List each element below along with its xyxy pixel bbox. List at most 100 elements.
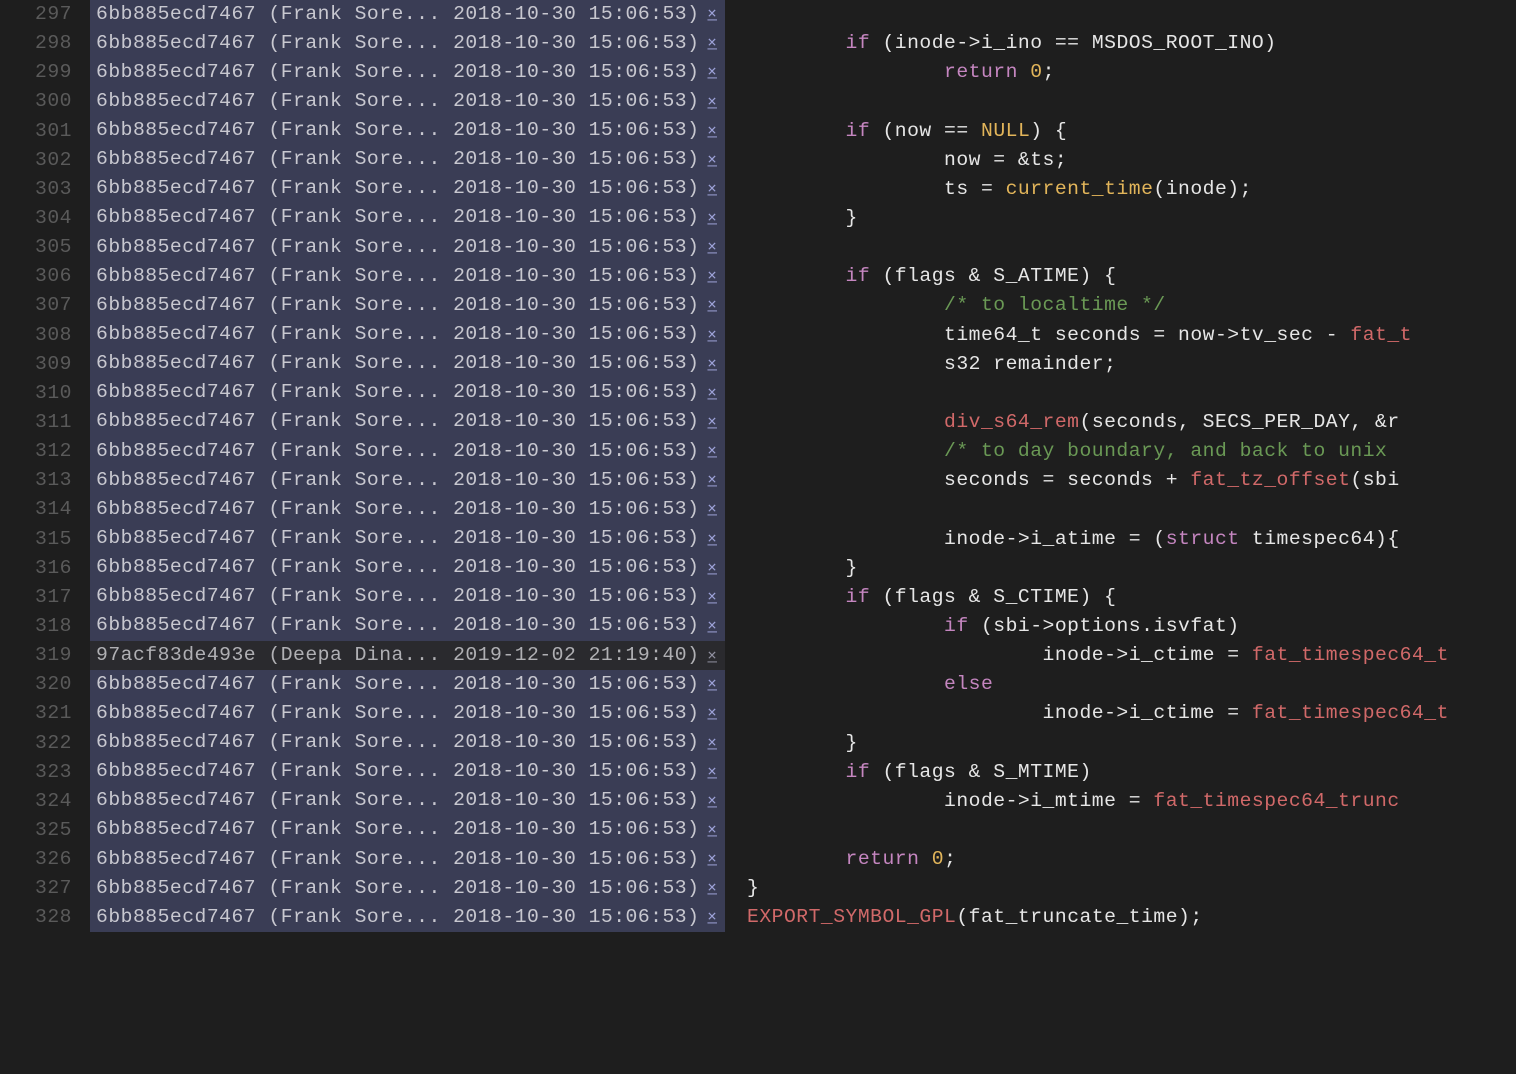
editor-row: 3146bb885ecd7467 (Frank Sore... 2018-10-…: [0, 495, 1516, 524]
blame-annotation[interactable]: 6bb885ecd7467 (Frank Sore... 2018-10-30 …: [90, 699, 725, 729]
blame-annotation[interactable]: 6bb885ecd7467 (Frank Sore... 2018-10-30 …: [90, 786, 725, 816]
close-icon[interactable]: ✕: [707, 728, 717, 757]
code-content[interactable]: }: [725, 204, 858, 233]
blame-annotation[interactable]: 6bb885ecd7467 (Frank Sore... 2018-10-30 …: [90, 349, 725, 379]
blame-annotation[interactable]: 6bb885ecd7467 (Frank Sore... 2018-10-30 …: [90, 437, 725, 467]
blame-annotation[interactable]: 6bb885ecd7467 (Frank Sore... 2018-10-30 …: [90, 874, 725, 904]
code-content[interactable]: inode->i_ctime = fat_timespec64_t: [725, 641, 1449, 670]
code-content[interactable]: inode->i_atime = (struct timespec64){: [725, 525, 1400, 554]
code-content[interactable]: s32 remainder;: [725, 350, 1116, 379]
blame-annotation[interactable]: 6bb885ecd7467 (Frank Sore... 2018-10-30 …: [90, 815, 725, 845]
close-icon[interactable]: ✕: [707, 524, 717, 553]
editor-pane[interactable]: 2976bb885ecd7467 (Frank Sore... 2018-10-…: [0, 0, 1516, 933]
code-content[interactable]: EXPORT_SYMBOL_GPL(fat_truncate_time);: [725, 903, 1203, 932]
blame-annotation[interactable]: 6bb885ecd7467 (Frank Sore... 2018-10-30 …: [90, 145, 725, 175]
close-icon[interactable]: ✕: [707, 145, 717, 174]
close-icon[interactable]: ✕: [707, 670, 717, 699]
close-icon[interactable]: ✕: [707, 349, 717, 378]
blame-annotation[interactable]: 6bb885ecd7467 (Frank Sore... 2018-10-30 …: [90, 291, 725, 321]
code-content[interactable]: if (flags & S_MTIME): [725, 758, 1092, 787]
close-icon[interactable]: ✕: [707, 0, 717, 29]
close-icon[interactable]: ✕: [707, 495, 717, 524]
close-icon[interactable]: ✕: [707, 87, 717, 116]
close-icon[interactable]: ✕: [707, 699, 717, 728]
editor-row: 3026bb885ecd7467 (Frank Sore... 2018-10-…: [0, 146, 1516, 175]
blame-annotation[interactable]: 6bb885ecd7467 (Frank Sore... 2018-10-30 …: [90, 29, 725, 59]
blame-annotation[interactable]: 6bb885ecd7467 (Frank Sore... 2018-10-30 …: [90, 466, 725, 496]
code-content[interactable]: if (sbi->options.isvfat): [725, 612, 1240, 641]
close-icon[interactable]: ✕: [707, 174, 717, 203]
close-icon[interactable]: ✕: [707, 757, 717, 786]
close-icon[interactable]: ✕: [707, 233, 717, 262]
close-icon[interactable]: ✕: [707, 553, 717, 582]
code-content[interactable]: }: [725, 729, 858, 758]
close-icon[interactable]: ✕: [707, 116, 717, 145]
close-icon[interactable]: ✕: [707, 58, 717, 87]
code-content[interactable]: time64_t seconds = now->tv_sec - fat_t: [725, 321, 1412, 350]
blame-annotation[interactable]: 6bb885ecd7467 (Frank Sore... 2018-10-30 …: [90, 553, 725, 583]
code-content[interactable]: else: [725, 670, 993, 699]
line-number: 299: [0, 58, 90, 87]
code-content[interactable]: /* to localtime */: [725, 291, 1166, 320]
code-content[interactable]: }: [725, 874, 759, 903]
blame-annotation[interactable]: 6bb885ecd7467 (Frank Sore... 2018-10-30 …: [90, 233, 725, 263]
blame-annotation[interactable]: 6bb885ecd7467 (Frank Sore... 2018-10-30 …: [90, 116, 725, 146]
blame-annotation[interactable]: 6bb885ecd7467 (Frank Sore... 2018-10-30 …: [90, 670, 725, 700]
close-icon[interactable]: ✕: [707, 815, 717, 844]
blame-annotation[interactable]: 6bb885ecd7467 (Frank Sore... 2018-10-30 …: [90, 845, 725, 875]
code-content[interactable]: seconds = seconds + fat_tz_offset(sbi: [725, 466, 1400, 495]
editor-row: 3206bb885ecd7467 (Frank Sore... 2018-10-…: [0, 670, 1516, 699]
line-number: 328: [0, 903, 90, 932]
code-content[interactable]: now = &ts;: [725, 146, 1067, 175]
close-icon[interactable]: ✕: [707, 874, 717, 903]
code-content[interactable]: return 0;: [725, 58, 1055, 87]
code-content[interactable]: div_s64_rem(seconds, SECS_PER_DAY, &r: [725, 408, 1400, 437]
code-content[interactable]: ts = current_time(inode);: [725, 175, 1252, 204]
blame-annotation[interactable]: 6bb885ecd7467 (Frank Sore... 2018-10-30 …: [90, 728, 725, 758]
blame-annotation[interactable]: 6bb885ecd7467 (Frank Sore... 2018-10-30 …: [90, 203, 725, 233]
blame-annotation[interactable]: 6bb885ecd7467 (Frank Sore... 2018-10-30 …: [90, 903, 725, 933]
close-icon[interactable]: ✕: [707, 320, 717, 349]
blame-annotation[interactable]: 6bb885ecd7467 (Frank Sore... 2018-10-30 …: [90, 611, 725, 641]
blame-annotation[interactable]: 6bb885ecd7467 (Frank Sore... 2018-10-30 …: [90, 378, 725, 408]
blame-annotation[interactable]: 6bb885ecd7467 (Frank Sore... 2018-10-30 …: [90, 0, 725, 30]
close-icon[interactable]: ✕: [707, 437, 717, 466]
close-icon[interactable]: ✕: [707, 903, 717, 932]
blame-annotation[interactable]: 6bb885ecd7467 (Frank Sore... 2018-10-30 …: [90, 174, 725, 204]
blame-annotation[interactable]: 6bb885ecd7467 (Frank Sore... 2018-10-30 …: [90, 495, 725, 525]
close-icon[interactable]: ✕: [707, 291, 717, 320]
close-icon[interactable]: ✕: [707, 203, 717, 232]
editor-row: 3136bb885ecd7467 (Frank Sore... 2018-10-…: [0, 466, 1516, 495]
close-icon[interactable]: ✕: [707, 786, 717, 815]
close-icon[interactable]: ✕: [707, 29, 717, 58]
editor-row: 31997acf83de493e (Deepa Dina... 2019-12-…: [0, 641, 1516, 670]
editor-row: 2976bb885ecd7467 (Frank Sore... 2018-10-…: [0, 0, 1516, 29]
line-number: 306: [0, 262, 90, 291]
code-content[interactable]: inode->i_ctime = fat_timespec64_t: [725, 699, 1449, 728]
close-icon[interactable]: ✕: [707, 466, 717, 495]
blame-annotation[interactable]: 6bb885ecd7467 (Frank Sore... 2018-10-30 …: [90, 58, 725, 88]
blame-annotation[interactable]: 6bb885ecd7467 (Frank Sore... 2018-10-30 …: [90, 582, 725, 612]
code-content[interactable]: inode->i_mtime = fat_timespec64_trunc: [725, 787, 1400, 816]
close-icon[interactable]: ✕: [707, 407, 717, 436]
blame-annotation[interactable]: 6bb885ecd7467 (Frank Sore... 2018-10-30 …: [90, 87, 725, 117]
close-icon[interactable]: ✕: [707, 611, 717, 640]
blame-annotation[interactable]: 6bb885ecd7467 (Frank Sore... 2018-10-30 …: [90, 757, 725, 787]
code-content[interactable]: }: [725, 554, 858, 583]
blame-annotation[interactable]: 6bb885ecd7467 (Frank Sore... 2018-10-30 …: [90, 407, 725, 437]
close-icon[interactable]: ✕: [707, 641, 717, 670]
code-content[interactable]: /* to day boundary, and back to unix: [725, 437, 1400, 466]
code-content[interactable]: if (flags & S_ATIME) {: [725, 262, 1116, 291]
close-icon[interactable]: ✕: [707, 845, 717, 874]
code-content[interactable]: if (inode->i_ino == MSDOS_ROOT_INO): [725, 29, 1277, 58]
blame-annotation[interactable]: 6bb885ecd7467 (Frank Sore... 2018-10-30 …: [90, 524, 725, 554]
code-content[interactable]: if (flags & S_CTIME) {: [725, 583, 1116, 612]
blame-annotation[interactable]: 6bb885ecd7467 (Frank Sore... 2018-10-30 …: [90, 262, 725, 292]
code-content[interactable]: return 0;: [725, 845, 956, 874]
blame-annotation[interactable]: 97acf83de493e (Deepa Dina... 2019-12-02 …: [90, 641, 725, 670]
close-icon[interactable]: ✕: [707, 378, 717, 407]
code-content[interactable]: if (now == NULL) {: [725, 117, 1067, 146]
close-icon[interactable]: ✕: [707, 262, 717, 291]
close-icon[interactable]: ✕: [707, 582, 717, 611]
blame-annotation[interactable]: 6bb885ecd7467 (Frank Sore... 2018-10-30 …: [90, 320, 725, 350]
